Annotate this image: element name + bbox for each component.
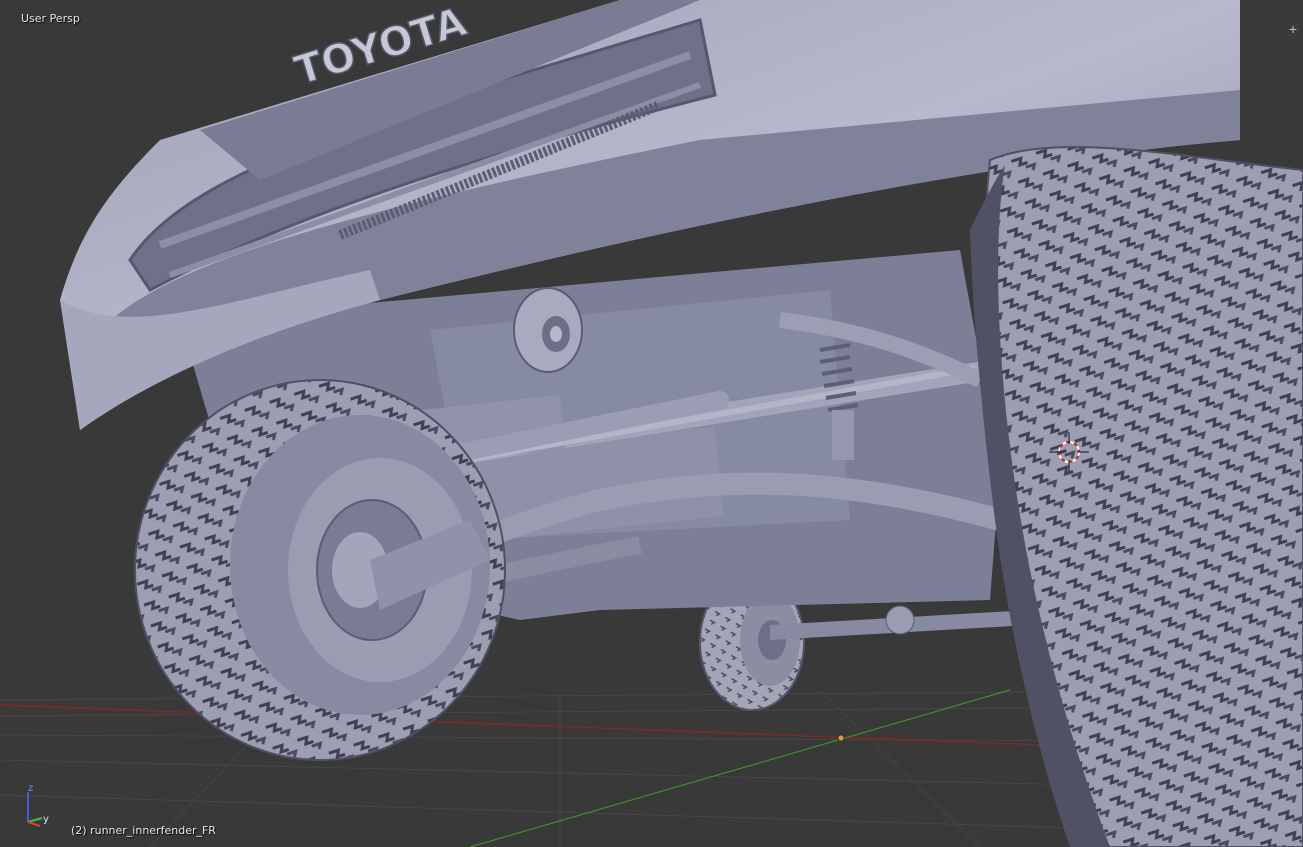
viewport-corner-widget[interactable]: + (1287, 24, 1299, 36)
gizmo-x-axis (27, 821, 41, 827)
axis-gizmo-icon: z y (27, 783, 49, 827)
view-mode-label: User Persp (21, 12, 80, 25)
3d-viewport[interactable]: TOYOTA User Persp + z y (2) runner_inner… (0, 0, 1303, 847)
differential (513, 287, 583, 373)
gizmo-z-label: z (28, 783, 33, 794)
origin-dot (837, 734, 845, 742)
scene-render[interactable]: TOYOTA (0, 0, 1303, 847)
gizmo-y-axis (27, 817, 43, 823)
gizmo-y-label: y (43, 814, 49, 825)
active-object-label: (2) runner_innerfender_FR (71, 824, 216, 837)
